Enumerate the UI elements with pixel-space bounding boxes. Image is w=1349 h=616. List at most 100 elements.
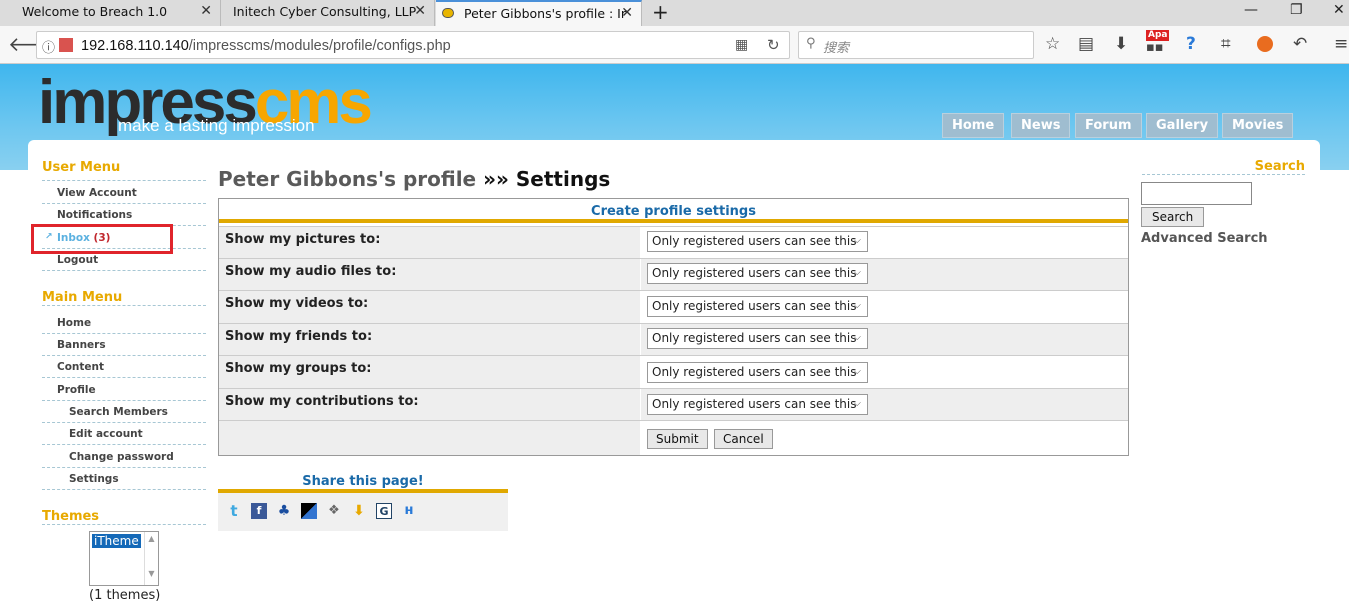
menu-profile[interactable]: Profile: [42, 379, 206, 401]
menu-label: Content: [57, 361, 105, 373]
themes-count: (1 themes): [89, 588, 161, 603]
help-icon[interactable]: ?: [1186, 34, 1196, 54]
friends-visibility-select[interactable]: Only registered users can see this ⌵: [647, 328, 868, 349]
select-value: Only registered users can see this: [652, 299, 857, 313]
google-icon[interactable]: G: [376, 503, 392, 519]
myspace-icon[interactable]: ♣: [276, 503, 292, 519]
field-label: Show my contributions to:: [219, 389, 640, 420]
crop-icon[interactable]: ⌗: [1221, 34, 1231, 54]
info-icon[interactable]: ⓘ: [42, 37, 55, 56]
menu-label: Change password: [69, 451, 174, 463]
menu-view-account[interactable]: View Account: [42, 182, 206, 204]
theme-select[interactable]: iTheme ▲ ▼: [89, 531, 159, 586]
advanced-search-link[interactable]: Advanced Search: [1141, 231, 1268, 246]
menu-edit-account[interactable]: Edit account: [42, 423, 206, 445]
menu-label: Edit account: [69, 428, 143, 440]
field-label: Show my audio files to:: [219, 259, 640, 290]
title-separator: »»: [483, 167, 509, 191]
menu-label: View Account: [57, 187, 137, 199]
bookmark-star-icon[interactable]: ☆: [1045, 34, 1060, 54]
new-tab-icon[interactable]: +: [652, 0, 669, 24]
restore-icon[interactable]: ❐: [1290, 2, 1303, 18]
digg-icon[interactable]: ❖: [326, 503, 342, 519]
menu-label: Banners: [57, 339, 106, 351]
nav-news[interactable]: News: [1011, 113, 1071, 138]
chevron-down-icon: ⌵: [853, 267, 861, 278]
field-label: Show my groups to:: [219, 356, 640, 388]
close-tab-icon[interactable]: ✕: [621, 5, 633, 21]
select-value: Only registered users can see this: [652, 234, 857, 248]
menu-notifications[interactable]: Notifications: [42, 204, 206, 226]
chevron-down-icon: ⌵: [853, 366, 861, 377]
chevron-down-icon: ⌵: [853, 332, 861, 343]
select-value: Only registered users can see this: [652, 365, 857, 379]
site-search-input[interactable]: [1141, 182, 1252, 205]
title-settings: Settings: [515, 167, 611, 191]
page-title: Peter Gibbons's profile »» Settings: [218, 167, 610, 191]
close-tab-icon[interactable]: ✕: [414, 3, 426, 19]
browser-tab-initech[interactable]: Initech Cyber Consulting, LLP ✕: [221, 0, 435, 26]
browser-tab-breach[interactable]: Welcome to Breach 1.0 ✕: [0, 0, 221, 26]
audio-visibility-select[interactable]: Only registered users can see this ⌵: [647, 263, 868, 284]
browser-tab-profile[interactable]: Peter Gibbons's profile : Ir ✕: [436, 0, 642, 26]
main-menu-title: Main Menu: [42, 290, 206, 306]
empty-label-cell: [219, 421, 640, 455]
insecure-lock-icon: [59, 38, 73, 52]
select-value: Only registered users can see this: [652, 331, 857, 345]
search-block-title: Search: [1142, 159, 1305, 175]
delicious-icon[interactable]: [301, 503, 317, 519]
form-caption: Create profile settings: [219, 199, 1128, 223]
theme-option[interactable]: iTheme: [92, 534, 141, 548]
browser-search-input[interactable]: ⚲ 搜索: [798, 31, 1034, 59]
browser-tab-bar: Welcome to Breach 1.0 ✕ Initech Cyber Co…: [0, 0, 1349, 26]
close-tab-icon[interactable]: ✕: [200, 3, 212, 19]
menu-home[interactable]: Home: [42, 312, 206, 334]
contributions-visibility-select[interactable]: Only registered users can see this ⌵: [647, 394, 868, 415]
pictures-visibility-select[interactable]: Only registered users can see this ⌵: [647, 231, 868, 252]
address-bar[interactable]: ⓘ 192.168.110.140/impresscms/modules/pro…: [36, 31, 790, 59]
nav-gallery[interactable]: Gallery: [1146, 113, 1219, 138]
submit-button[interactable]: Submit: [647, 429, 708, 449]
nav-forum[interactable]: Forum: [1075, 113, 1142, 138]
firefox-icon[interactable]: [1257, 36, 1273, 52]
menu-search-members[interactable]: Search Members: [42, 401, 206, 423]
nav-home[interactable]: Home: [942, 113, 1005, 138]
scrollbar[interactable]: ▲ ▼: [144, 532, 158, 585]
share-block: Share this page! t f ♣ ❖ ⬇ G ʜ: [218, 474, 508, 531]
field-label: Show my friends to:: [219, 324, 640, 355]
field-label: Show my videos to:: [219, 291, 640, 323]
undo-icon[interactable]: ↶: [1293, 34, 1307, 54]
field-label: Show my pictures to:: [219, 227, 640, 258]
nav-movies[interactable]: Movies: [1222, 113, 1294, 138]
menu-banners[interactable]: Banners: [42, 334, 206, 356]
minimize-icon[interactable]: —: [1244, 2, 1258, 18]
cancel-button[interactable]: Cancel: [714, 429, 773, 449]
chevron-down-icon: ⌵: [853, 235, 861, 246]
menu-label: Notifications: [57, 209, 133, 221]
share-icons: t f ♣ ❖ ⬇ G ʜ: [218, 493, 508, 531]
stumbleupon-icon[interactable]: ⬇: [351, 503, 367, 519]
menu-settings[interactable]: Settings: [42, 468, 206, 490]
search-button[interactable]: Search: [1141, 207, 1205, 227]
menu-label: Search Members: [69, 406, 168, 418]
menu-content[interactable]: Content: [42, 356, 206, 378]
videos-visibility-select[interactable]: Only registered users can see this ⌵: [647, 296, 868, 317]
download-icon[interactable]: ⬇: [1114, 34, 1128, 54]
qr-code-icon[interactable]: ▦: [735, 37, 748, 53]
browser-nav-bar: 🡐 ⓘ 192.168.110.140/impresscms/modules/p…: [0, 26, 1349, 64]
reading-list-icon[interactable]: ▤: [1078, 34, 1094, 54]
facebook-icon[interactable]: f: [251, 503, 267, 519]
menu-icon[interactable]: ≡: [1334, 34, 1348, 54]
tab-label: Welcome to Breach 1.0: [22, 4, 168, 19]
reload-icon[interactable]: ↻: [767, 36, 780, 54]
addon-icon[interactable]: Apa ▪▪: [1146, 30, 1170, 54]
menu-change-password[interactable]: Change password: [42, 446, 206, 468]
friendfeed-icon[interactable]: ʜ: [401, 503, 417, 519]
close-window-icon[interactable]: ✕: [1333, 2, 1345, 18]
logo-tagline: make a lasting impression: [118, 116, 315, 135]
groups-visibility-select[interactable]: Only registered users can see this ⌵: [647, 362, 868, 383]
twitter-icon[interactable]: t: [226, 503, 242, 519]
profile-link[interactable]: Peter Gibbons's profile: [218, 167, 476, 191]
form-row: Show my pictures to: Only registered use…: [219, 226, 1128, 258]
menu-logout[interactable]: Logout: [42, 249, 206, 271]
